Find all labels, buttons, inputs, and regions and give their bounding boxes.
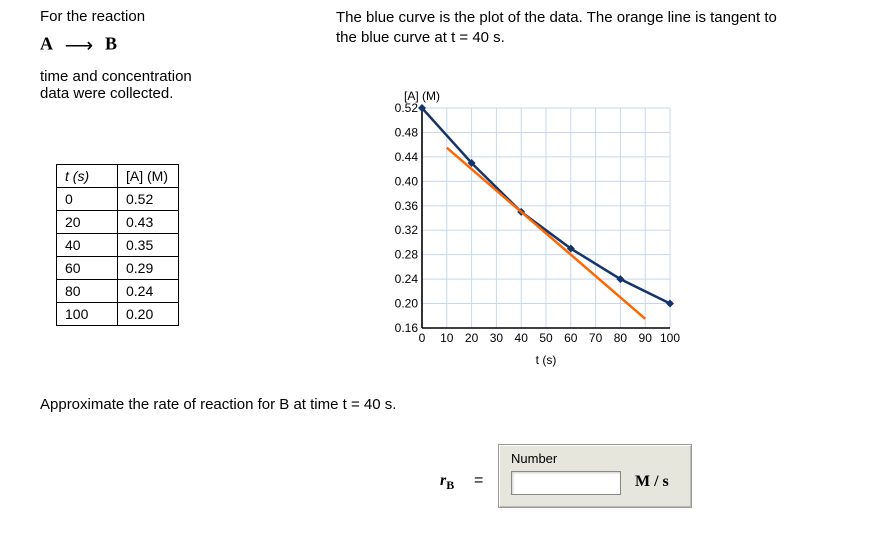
- concentration-chart: 0 10 20 30 40 50 60 70 80 90 100 0.16 0.20 0.24 0.28 0.…: [380, 88, 690, 372]
- table-row: 600.29: [57, 257, 179, 280]
- caption-line2: the blue curve at t = 40 s.: [336, 28, 856, 48]
- reaction-formula: A ⟶ B: [40, 33, 320, 58]
- intro-line2b: data were collected.: [40, 85, 320, 102]
- species-b: B: [105, 34, 118, 54]
- svg-text:90: 90: [639, 331, 653, 345]
- intro-line2a: time and concentration: [40, 68, 320, 85]
- svg-text:40: 40: [515, 331, 529, 345]
- species-a: A: [40, 34, 54, 54]
- table-row: 200.43: [57, 211, 179, 234]
- question-text: Approximate the rate of reaction for B a…: [40, 396, 396, 413]
- svg-text:0.48: 0.48: [395, 125, 419, 139]
- table-row: 00.52: [57, 188, 179, 211]
- svg-text:0.20: 0.20: [395, 297, 419, 311]
- col-header-t: t (s): [57, 165, 118, 188]
- svg-text:0.40: 0.40: [395, 174, 419, 188]
- svg-text:80: 80: [614, 331, 628, 345]
- svg-text:60: 60: [564, 331, 578, 345]
- intro-line1: For the reaction: [40, 8, 320, 25]
- svg-text:100: 100: [660, 331, 680, 345]
- svg-text:t (s): t (s): [536, 353, 557, 367]
- table-row: 1000.20: [57, 303, 179, 326]
- col-header-a: [A] (M): [118, 165, 179, 188]
- rate-symbol: rB: [440, 472, 454, 493]
- svg-text:0.52: 0.52: [395, 101, 419, 115]
- caption-line1: The blue curve is the plot of the data. …: [336, 8, 856, 28]
- svg-text:0.36: 0.36: [395, 199, 419, 213]
- svg-text:0.16: 0.16: [395, 321, 419, 335]
- data-table: t (s) [A] (M) 00.52 200.43 400.35 600.29…: [56, 164, 179, 326]
- svg-text:50: 50: [539, 331, 553, 345]
- table-row: 800.24: [57, 280, 179, 303]
- svg-text:0.28: 0.28: [395, 248, 419, 262]
- answer-panel: Number M / s: [498, 444, 692, 508]
- table-row: 400.35: [57, 234, 179, 257]
- svg-text:0.44: 0.44: [395, 150, 419, 164]
- svg-text:0: 0: [419, 331, 426, 345]
- answer-unit: M / s: [635, 473, 669, 491]
- svg-text:0.24: 0.24: [395, 272, 419, 286]
- svg-text:10: 10: [440, 331, 454, 345]
- svg-text:[A] (M): [A] (M): [404, 89, 440, 103]
- arrow-icon: ⟶: [60, 33, 100, 58]
- rate-input[interactable]: [511, 471, 621, 495]
- svg-text:70: 70: [589, 331, 603, 345]
- svg-text:30: 30: [490, 331, 504, 345]
- equals-sign: =: [474, 472, 483, 490]
- svg-text:20: 20: [465, 331, 479, 345]
- answer-label: Number: [511, 451, 557, 466]
- svg-text:0.32: 0.32: [395, 223, 419, 237]
